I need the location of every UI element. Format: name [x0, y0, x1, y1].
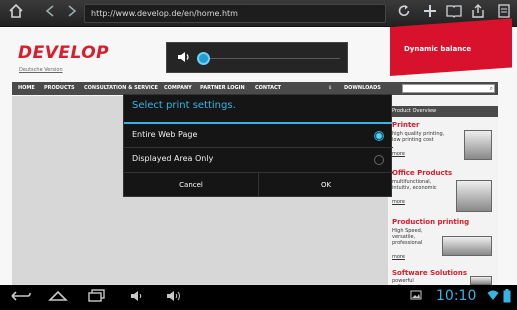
print-settings-dialog: Select print settings. Entire Web Page D… [123, 94, 393, 197]
volume-slider-thumb[interactable] [197, 52, 210, 65]
refresh-icon[interactable] [394, 4, 414, 23]
volume-down-icon[interactable] [130, 289, 146, 308]
banner-text: Dynamic balance [404, 45, 472, 53]
search-icon[interactable]: ⌕ [490, 85, 493, 92]
speaker-icon[interactable] [177, 50, 191, 67]
screenshot-icon[interactable] [410, 289, 422, 306]
option-label: Displayed Area Only [132, 154, 214, 163]
nav-products[interactable]: PRODUCTS [44, 82, 75, 95]
home-icon[interactable] [6, 3, 26, 23]
dialog-title: Select print settings. [132, 100, 236, 111]
option-label: Entire Web Page [132, 130, 198, 139]
printer-image [464, 130, 492, 160]
product-office-text: multifunctional, intuitiv, economic [392, 179, 437, 191]
volume-track[interactable] [210, 58, 340, 59]
radio-unselected[interactable] [374, 155, 384, 165]
cancel-button[interactable]: Cancel [124, 173, 258, 197]
site-search-input[interactable]: ⌕ [402, 84, 495, 93]
new-tab-icon[interactable] [420, 4, 440, 23]
clock[interactable]: 10:10 [436, 288, 476, 304]
product-production-text: High Speed, versatile, professional [392, 228, 423, 246]
ok-button[interactable]: OK [259, 173, 393, 197]
home-icon[interactable] [48, 289, 68, 308]
product-software-title[interactable]: Software Solutions [392, 269, 467, 277]
software-image [470, 276, 492, 285]
product-office-title[interactable]: Office Products [392, 169, 452, 177]
forward-icon[interactable] [62, 4, 82, 23]
dialog-buttons: Cancel OK [124, 172, 393, 197]
recent-apps-icon[interactable] [88, 289, 106, 308]
nav-home[interactable]: HOME [18, 82, 35, 95]
office-product-image [456, 180, 492, 212]
product-office-more[interactable]: more [392, 199, 405, 205]
product-production-title[interactable]: Production printing [392, 218, 469, 226]
back-icon[interactable] [40, 4, 60, 23]
product-printer-more[interactable]: more [392, 151, 405, 157]
url-field[interactable]: http://www.develop.de/en/home.htm [84, 4, 386, 23]
product-sidebar: Product Overview Printer high quality pr… [389, 96, 498, 290]
wifi-icon [487, 289, 499, 306]
battery-icon [503, 289, 511, 308]
option-displayed-area-only[interactable]: Displayed Area Only [124, 148, 393, 172]
bookmarks-icon[interactable] [444, 4, 464, 23]
system-bar: 10:10 [0, 285, 517, 310]
product-printer-text: high quality printing, low printing cost [392, 131, 445, 143]
production-printer-image [442, 236, 492, 256]
radio-selected[interactable] [374, 131, 384, 141]
product-production-more[interactable]: more [392, 254, 405, 260]
option-entire-web-page[interactable]: Entire Web Page [124, 124, 393, 148]
volume-up-icon[interactable] [166, 289, 184, 308]
sidebar-header: Product Overview [389, 106, 498, 117]
german-version-link[interactable]: Deutsche Version [19, 67, 63, 73]
volume-panel [166, 42, 348, 73]
back-icon[interactable] [10, 289, 32, 308]
site-logo[interactable]: DEVELOP [18, 43, 109, 63]
product-printer-title[interactable]: Printer [392, 121, 420, 129]
